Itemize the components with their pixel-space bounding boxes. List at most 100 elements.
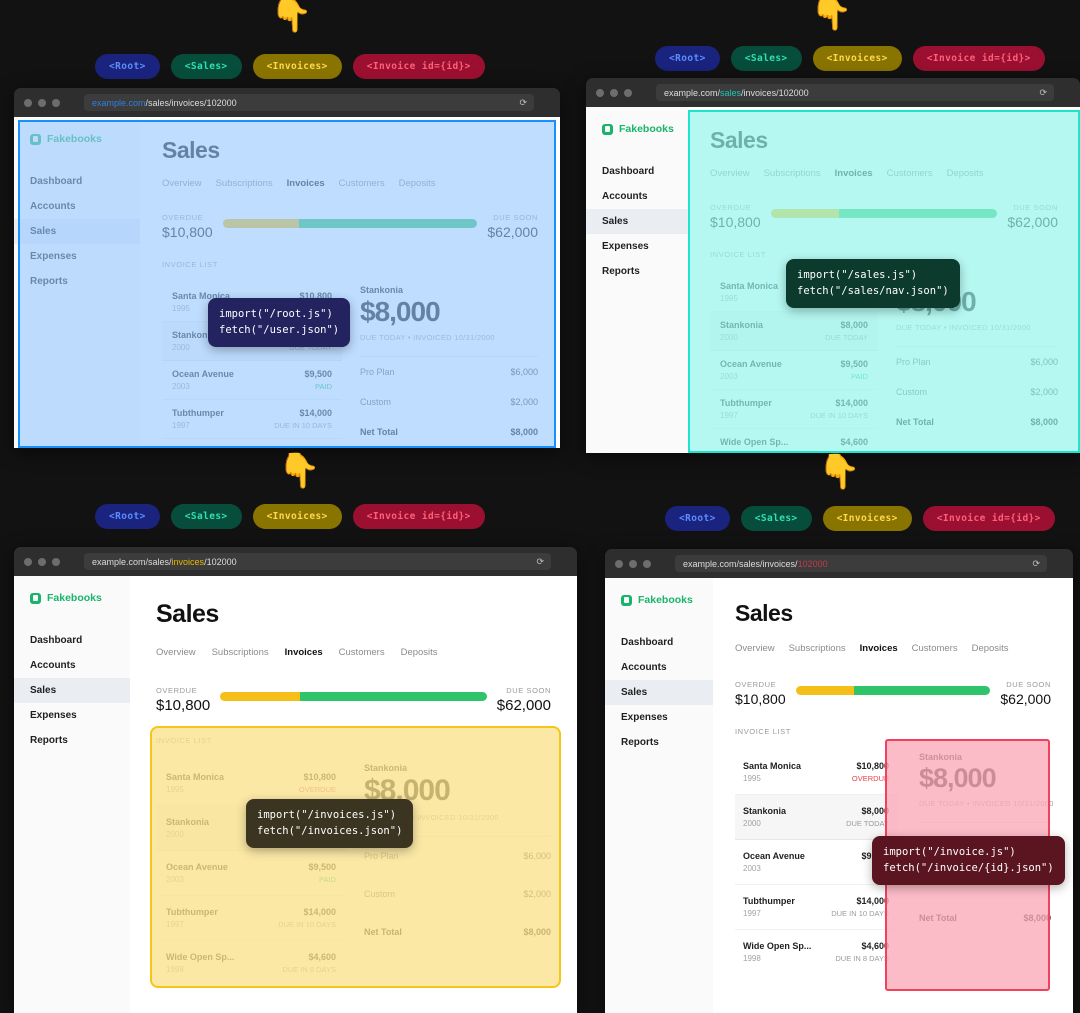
pill-sales[interactable]: <Sales> xyxy=(740,506,812,531)
maximize-dot-icon[interactable] xyxy=(52,557,60,566)
tab-customers[interactable]: Customers xyxy=(339,178,385,189)
tab-overview[interactable]: Overview xyxy=(735,643,775,654)
close-dot-icon[interactable] xyxy=(615,559,623,568)
sidebar-item-dashboard[interactable]: Dashboard xyxy=(586,159,688,184)
sidebar-item-reports[interactable]: Reports xyxy=(586,259,688,284)
pill-root[interactable]: <Root> xyxy=(95,54,160,79)
table-row[interactable]: Ocean Avenue 2003 $9,500 PAID xyxy=(710,351,878,390)
overdue-value: $10,800 xyxy=(735,691,786,707)
close-dot-icon[interactable] xyxy=(596,88,604,97)
url-bar[interactable]: example.com/sales/invoices/102000 ⟳ xyxy=(84,553,551,570)
pill-invoices[interactable]: <Invoices> xyxy=(252,504,342,529)
tab-overview[interactable]: Overview xyxy=(710,168,750,179)
sidebar-item-expenses[interactable]: Expenses xyxy=(14,703,130,728)
sidebar-item-accounts[interactable]: Accounts xyxy=(586,184,688,209)
pill-root[interactable]: <Root> xyxy=(95,504,160,529)
sidebar-item-accounts[interactable]: Accounts xyxy=(14,194,140,219)
maximize-dot-icon[interactable] xyxy=(624,88,632,97)
tab-invoices[interactable]: Invoices xyxy=(287,178,325,189)
table-row[interactable]: Tubthumper 1997 $14,000 DUE IN 10 DAYS xyxy=(710,390,878,429)
sidebar-item-reports[interactable]: Reports xyxy=(14,728,130,753)
maximize-dot-icon[interactable] xyxy=(52,98,60,107)
minimize-dot-icon[interactable] xyxy=(629,559,637,568)
tab-deposits[interactable]: Deposits xyxy=(972,643,1009,654)
pill-invoices[interactable]: <Invoices> xyxy=(252,54,342,79)
table-row[interactable]: Wide Open Sp...1998 $4,600DUE IN 8 DAYS xyxy=(735,930,897,974)
url-bar[interactable]: example.com/sales/invoices/102000 ⟳ xyxy=(656,84,1054,101)
tab-subscriptions[interactable]: Subscriptions xyxy=(216,178,273,189)
pill-sales[interactable]: <Sales> xyxy=(170,504,242,529)
table-row[interactable]: Ocean Avenue 2003 $9,500 PAID xyxy=(162,361,342,400)
pill-sales[interactable]: <Sales> xyxy=(730,46,802,71)
tab-customers[interactable]: Customers xyxy=(912,643,958,654)
reload-icon[interactable]: ⟳ xyxy=(1039,87,1047,98)
tab-bar: Overview Subscriptions Invoices Customer… xyxy=(710,168,1058,179)
sidebar-item-sales[interactable]: Sales xyxy=(586,209,688,234)
invoice-list-label: INVOICE LIST xyxy=(162,260,218,269)
pill-root[interactable]: <Root> xyxy=(655,46,720,71)
sidebar-item-expenses[interactable]: Expenses xyxy=(586,234,688,259)
sidebar-item-dashboard[interactable]: Dashboard xyxy=(605,630,713,655)
pill-invoice[interactable]: <Invoice id={id}> xyxy=(912,46,1045,71)
table-row[interactable]: Tubthumper 1997 $14,000 DUE IN 10 DAYS xyxy=(735,885,897,930)
window-controls[interactable] xyxy=(24,557,60,566)
tab-subscriptions[interactable]: Subscriptions xyxy=(789,643,846,654)
tab-subscriptions[interactable]: Subscriptions xyxy=(212,647,269,658)
table-row[interactable]: Santa Monica 1995 $10,800 OVERDUE xyxy=(735,750,897,795)
pill-invoices[interactable]: <Invoices> xyxy=(812,46,902,71)
table-row[interactable]: Wide Open Sp...1998 $4,600DUE IN 8 DAYS xyxy=(156,941,346,985)
tab-deposits[interactable]: Deposits xyxy=(401,647,438,658)
tab-customers[interactable]: Customers xyxy=(887,168,933,179)
sidebar-item-dashboard[interactable]: Dashboard xyxy=(14,169,140,194)
reload-icon[interactable]: ⟳ xyxy=(519,97,527,108)
minimize-dot-icon[interactable] xyxy=(610,88,618,97)
sidebar-item-expenses[interactable]: Expenses xyxy=(605,705,713,730)
window-controls[interactable] xyxy=(615,559,651,568)
sidebar-item-reports[interactable]: Reports xyxy=(605,730,713,755)
sidebar-item-accounts[interactable]: Accounts xyxy=(14,653,130,678)
table-row[interactable]: Stankonia 2000 $8,000 DUE TODAY xyxy=(735,795,897,840)
invoice-name: Stankonia xyxy=(166,817,210,827)
window-controls[interactable] xyxy=(24,98,60,107)
tab-invoices[interactable]: Invoices xyxy=(860,643,898,654)
sidebar-item-accounts[interactable]: Accounts xyxy=(605,655,713,680)
pill-invoice[interactable]: <Invoice id={id}> xyxy=(922,506,1055,531)
tab-invoices[interactable]: Invoices xyxy=(835,168,873,179)
invoice-status: DUE IN 8 DAYS xyxy=(282,965,336,974)
sidebar-item-sales[interactable]: Sales xyxy=(14,219,140,244)
table-row[interactable]: Wide Open Sp...1998 $4,600DUE IN 8 DAYS xyxy=(710,429,878,453)
reload-icon[interactable]: ⟳ xyxy=(536,556,544,567)
url-bar[interactable]: example.com/sales/invoices/102000 ⟳ xyxy=(675,555,1047,572)
table-row[interactable]: Ocean Avenue 2003 $9,500 PAID xyxy=(156,851,346,896)
pill-invoice[interactable]: <Invoice id={id}> xyxy=(352,54,485,79)
window-controls[interactable] xyxy=(596,88,632,97)
table-row[interactable]: Tubthumper 1997 $14,000 DUE IN 10 DAYS xyxy=(162,400,342,439)
table-row[interactable]: Wide Open Sp...1998 $4,600DUE IN 8 DAYS xyxy=(162,439,342,448)
reload-icon[interactable]: ⟳ xyxy=(1032,558,1040,569)
pill-invoice[interactable]: <Invoice id={id}> xyxy=(352,504,485,529)
url-bar[interactable]: example.com/sales/invoices/102000 ⟳ xyxy=(84,94,534,111)
close-dot-icon[interactable] xyxy=(24,557,32,566)
pill-root[interactable]: <Root> xyxy=(665,506,730,531)
sidebar-item-reports[interactable]: Reports xyxy=(14,269,140,294)
tab-deposits[interactable]: Deposits xyxy=(947,168,984,179)
sidebar-item-dashboard[interactable]: Dashboard xyxy=(14,628,130,653)
maximize-dot-icon[interactable] xyxy=(643,559,651,568)
minimize-dot-icon[interactable] xyxy=(38,98,46,107)
main-content: Sales Overview Subscriptions Invoices Cu… xyxy=(140,117,560,448)
tab-overview[interactable]: Overview xyxy=(162,178,202,189)
tab-invoices[interactable]: Invoices xyxy=(285,647,323,658)
tab-customers[interactable]: Customers xyxy=(339,647,385,658)
close-dot-icon[interactable] xyxy=(24,98,32,107)
sidebar-item-expenses[interactable]: Expenses xyxy=(14,244,140,269)
table-row[interactable]: Stankonia 2000 $8,000 DUE TODAY xyxy=(710,312,878,351)
table-row[interactable]: Tubthumper 1997 $14,000 DUE IN 10 DAYS xyxy=(156,896,346,941)
sidebar-item-sales[interactable]: Sales xyxy=(14,678,130,703)
pill-sales[interactable]: <Sales> xyxy=(170,54,242,79)
minimize-dot-icon[interactable] xyxy=(38,557,46,566)
tab-subscriptions[interactable]: Subscriptions xyxy=(764,168,821,179)
pill-invoices[interactable]: <Invoices> xyxy=(822,506,912,531)
tab-deposits[interactable]: Deposits xyxy=(399,178,436,189)
sidebar-item-sales[interactable]: Sales xyxy=(605,680,713,705)
tab-overview[interactable]: Overview xyxy=(156,647,196,658)
